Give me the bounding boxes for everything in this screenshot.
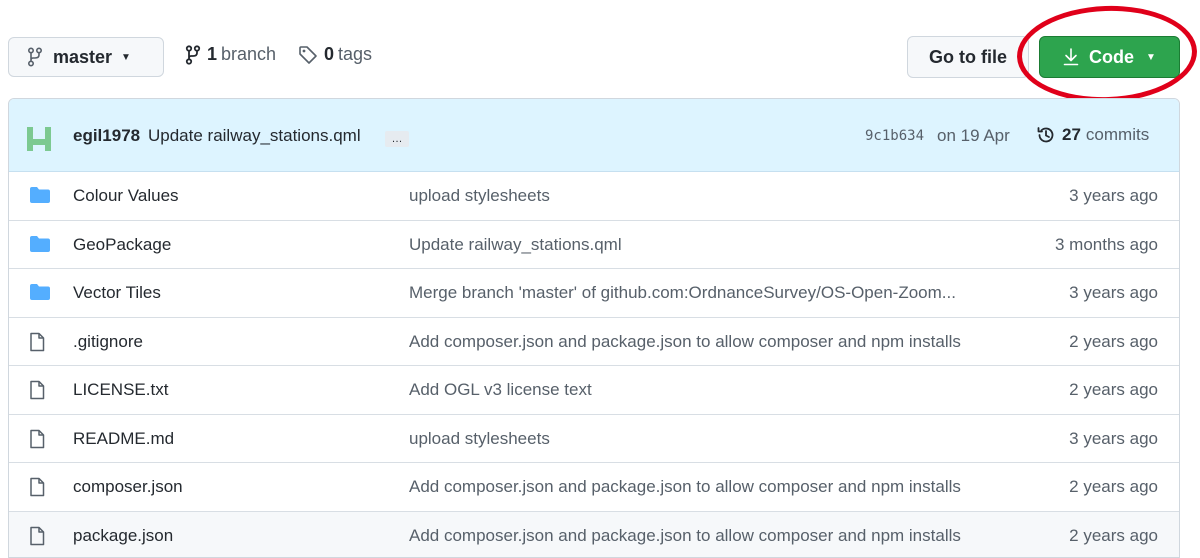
file-age: 2 years ago <box>1069 332 1158 352</box>
table-row[interactable]: GeoPackage Update railway_stations.qml 3 m… <box>9 221 1179 270</box>
commit-author-link[interactable]: egil1978 <box>73 126 140 146</box>
tags-link[interactable]: 0 tags <box>298 44 372 65</box>
file-age: 2 years ago <box>1069 380 1158 400</box>
file-icon <box>29 380 51 400</box>
go-to-file-button[interactable]: Go to file <box>907 36 1029 78</box>
file-commit-message-link[interactable]: upload stylesheets <box>409 186 550 206</box>
table-row[interactable]: package.json Add composer.json and packag… <box>9 512 1179 558</box>
file-icon <box>29 477 51 497</box>
table-row[interactable]: README.md upload stylesheets 3 years ago <box>9 415 1179 464</box>
file-commit-message-link[interactable]: Add OGL v3 license text <box>409 380 592 400</box>
commits-label: commits <box>1086 125 1149 145</box>
repo-toolbar: master ▼ 1 branch 0 tags Go to file Code… <box>0 0 1200 98</box>
file-name-link[interactable]: GeoPackage <box>73 235 171 255</box>
tag-icon <box>298 45 324 65</box>
file-name-link[interactable]: Vector Tiles <box>73 283 161 303</box>
commit-date: on 19 Apr <box>937 126 1010 146</box>
branches-label: branch <box>221 44 276 65</box>
file-rows: Colour Values upload stylesheets 3 years a… <box>9 172 1179 558</box>
file-listing: egil1978 Update railway_stations.qml … 9… <box>8 98 1180 558</box>
file-commit-message-link[interactable]: Add composer.json and package.json to al… <box>409 526 961 546</box>
file-name-link[interactable]: package.json <box>73 526 173 546</box>
branches-count: 1 <box>207 44 217 65</box>
folder-icon <box>29 186 51 206</box>
file-icon <box>29 332 51 352</box>
commits-history-link[interactable]: 27 commits <box>1036 125 1149 145</box>
file-age: 3 years ago <box>1069 186 1158 206</box>
expand-commit-button[interactable]: … <box>385 131 409 147</box>
file-name-link[interactable]: composer.json <box>73 477 183 497</box>
file-commit-message-link[interactable]: Add composer.json and package.json to al… <box>409 332 961 352</box>
file-name-link[interactable]: LICENSE.txt <box>73 380 168 400</box>
file-icon <box>29 526 51 546</box>
code-button-label: Code <box>1089 47 1134 68</box>
latest-commit-bar: egil1978 Update railway_stations.qml … 9… <box>9 99 1179 172</box>
commits-count: 27 <box>1062 125 1081 145</box>
folder-icon <box>29 235 51 255</box>
branches-link[interactable]: 1 branch <box>185 44 276 65</box>
code-button[interactable]: Code ▼ <box>1039 36 1180 78</box>
file-name-link[interactable]: .gitignore <box>73 332 143 352</box>
tags-count: 0 <box>324 44 334 65</box>
file-commit-message-link[interactable]: Update railway_stations.qml <box>409 235 622 255</box>
commit-message-link[interactable]: Update railway_stations.qml <box>148 126 361 146</box>
chevron-down-icon: ▼ <box>121 52 131 63</box>
file-age: 3 months ago <box>1055 235 1158 255</box>
avatar[interactable] <box>25 123 53 151</box>
table-row[interactable]: Colour Values upload stylesheets 3 years a… <box>9 172 1179 221</box>
file-age: 2 years ago <box>1069 477 1158 497</box>
branch-icon <box>27 47 43 67</box>
table-row[interactable]: Vector Tiles Merge branch 'master' of git… <box>9 269 1179 318</box>
branch-selector-button[interactable]: master ▼ <box>8 37 164 77</box>
table-row[interactable]: LICENSE.txt Add OGL v3 license text 2 year… <box>9 366 1179 415</box>
folder-icon <box>29 283 51 303</box>
history-icon <box>1036 125 1056 145</box>
commit-sha-link[interactable]: 9c1b634 <box>865 128 924 144</box>
table-row[interactable]: composer.json Add composer.json and packa… <box>9 463 1179 512</box>
table-row[interactable]: .gitignore Add composer.json and package.… <box>9 318 1179 367</box>
branch-icon <box>185 45 207 65</box>
branch-name: master <box>53 47 112 68</box>
file-name-link[interactable]: Colour Values <box>73 186 179 206</box>
tags-label: tags <box>338 44 372 65</box>
file-commit-message-link[interactable]: upload stylesheets <box>409 429 550 449</box>
file-age: 3 years ago <box>1069 429 1158 449</box>
file-age: 2 years ago <box>1069 526 1158 546</box>
chevron-down-icon: ▼ <box>1146 52 1156 63</box>
file-name-link[interactable]: README.md <box>73 429 174 449</box>
file-icon <box>29 429 51 449</box>
file-commit-message-link[interactable]: Merge branch 'master' of github.com:Ordn… <box>409 283 956 303</box>
download-icon <box>1063 48 1089 66</box>
file-age: 3 years ago <box>1069 283 1158 303</box>
file-commit-message-link[interactable]: Add composer.json and package.json to al… <box>409 477 961 497</box>
